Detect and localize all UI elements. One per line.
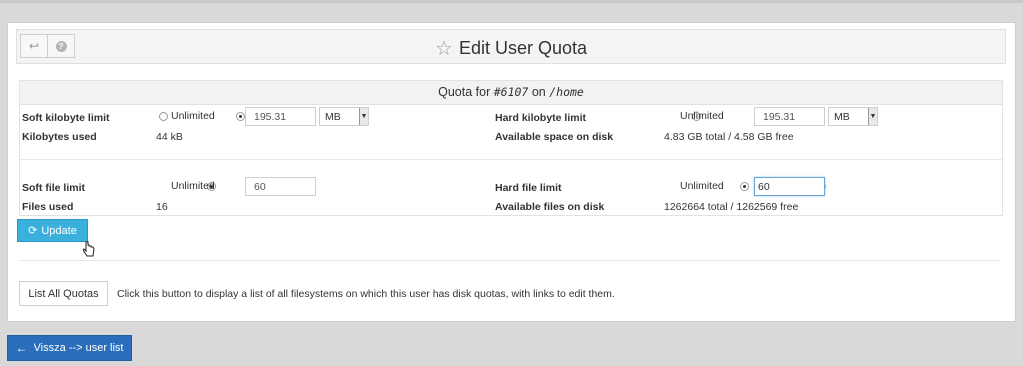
soft-kb-label: Soft kilobyte limit bbox=[22, 112, 110, 124]
soft-kb-unlimited-radio[interactable] bbox=[159, 112, 168, 121]
kb-used-label: Kilobytes used bbox=[22, 131, 97, 143]
disk-space-label: Available space on disk bbox=[495, 131, 614, 143]
hard-kb-label: Hard kilobyte limit bbox=[495, 112, 587, 124]
soft-kb-unlimited-label: Unlimited bbox=[171, 110, 215, 122]
main-panel: ↩ ? ☆ Edit User Quota Quota for #6107 on … bbox=[7, 22, 1016, 322]
top-edge bbox=[0, 0, 1023, 3]
list-all-quotas-button[interactable]: List All Quotas bbox=[19, 281, 108, 306]
hard-kb-unit-select[interactable]: MB ▼ bbox=[828, 107, 878, 126]
soft-file-label: Soft file limit bbox=[22, 182, 85, 194]
list-all-description: Click this button to display a list of a… bbox=[117, 288, 615, 300]
quota-heading: Quota for #6107 on /home bbox=[20, 81, 1002, 105]
panel-header: ↩ ? ☆ Edit User Quota bbox=[16, 29, 1006, 64]
files-used-label: Files used bbox=[22, 201, 74, 213]
back-to-user-list-button[interactable]: ← Vissza --> user list bbox=[7, 335, 132, 361]
quota-filesystem: /home bbox=[549, 85, 584, 99]
soft-kb-unit-select[interactable]: MB ▼ bbox=[319, 107, 369, 126]
hard-file-label: Hard file limit bbox=[495, 182, 562, 194]
section-divider bbox=[19, 260, 1001, 261]
hard-kb-unlimited-label: Unlimited bbox=[680, 110, 724, 122]
page-title: ☆ Edit User Quota bbox=[435, 38, 587, 60]
soft-kb-input[interactable] bbox=[245, 107, 316, 126]
kb-used-value: 44 kB bbox=[156, 131, 183, 143]
hand-cursor-icon bbox=[83, 241, 95, 257]
disk-files-label: Available files on disk bbox=[495, 201, 605, 213]
arrow-left-icon: ← bbox=[15, 341, 28, 355]
update-button[interactable]: ⟳ Update bbox=[17, 219, 88, 242]
hard-file-input[interactable] bbox=[754, 177, 825, 196]
chevron-down-icon: ▼ bbox=[868, 108, 877, 125]
refresh-icon: ⟳ bbox=[28, 225, 38, 237]
soft-file-unlimited-label: Unlimited bbox=[171, 180, 215, 192]
quota-table: Quota for #6107 on /home Soft kilobyte l… bbox=[19, 80, 1003, 216]
disk-files-value: 1262664 total / 1262569 free bbox=[664, 201, 799, 213]
hard-file-unlimited-label: Unlimited bbox=[680, 180, 724, 192]
chevron-down-icon: ▼ bbox=[359, 108, 368, 125]
soft-kb-value-radio[interactable] bbox=[236, 112, 246, 121]
soft-file-input[interactable] bbox=[245, 177, 316, 196]
hard-file-unlimited-radio[interactable] bbox=[740, 182, 750, 191]
hard-kb-input[interactable] bbox=[754, 107, 825, 126]
row-separator bbox=[20, 159, 1002, 160]
quota-user: #6107 bbox=[493, 85, 529, 99]
disk-space-value: 4.83 GB total / 4.58 GB free bbox=[664, 131, 794, 143]
star-icon[interactable]: ☆ bbox=[435, 38, 453, 60]
files-used-value: 16 bbox=[156, 201, 168, 213]
